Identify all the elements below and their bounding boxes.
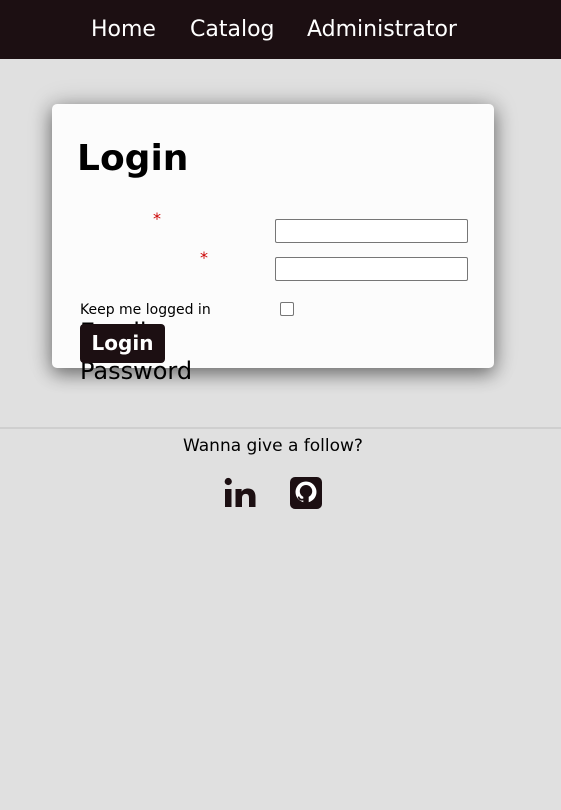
password-required-marker: * — [200, 248, 208, 267]
nav-catalog-link[interactable]: Catalog — [190, 15, 275, 45]
github-icon[interactable] — [288, 475, 324, 511]
login-card: Login Email * Password * Keep me logged … — [52, 104, 494, 385]
footer-divider — [0, 427, 561, 429]
nav-home-link[interactable]: Home — [91, 15, 156, 45]
keep-logged-in-checkbox[interactable] — [280, 302, 294, 316]
linkedin-icon[interactable] — [222, 475, 258, 511]
login-title: Login — [77, 138, 189, 179]
follow-prompt: Wanna give a follow? — [183, 436, 363, 456]
email-required-marker: * — [153, 209, 161, 228]
nav-administrator-link[interactable]: Administrator — [307, 15, 457, 45]
keep-logged-in-label: Keep me logged in — [80, 302, 211, 318]
login-button[interactable]: Login — [80, 324, 165, 363]
email-field[interactable] — [275, 219, 468, 243]
top-navbar: Home Catalog Administrator — [0, 0, 561, 59]
password-field[interactable] — [275, 257, 468, 281]
